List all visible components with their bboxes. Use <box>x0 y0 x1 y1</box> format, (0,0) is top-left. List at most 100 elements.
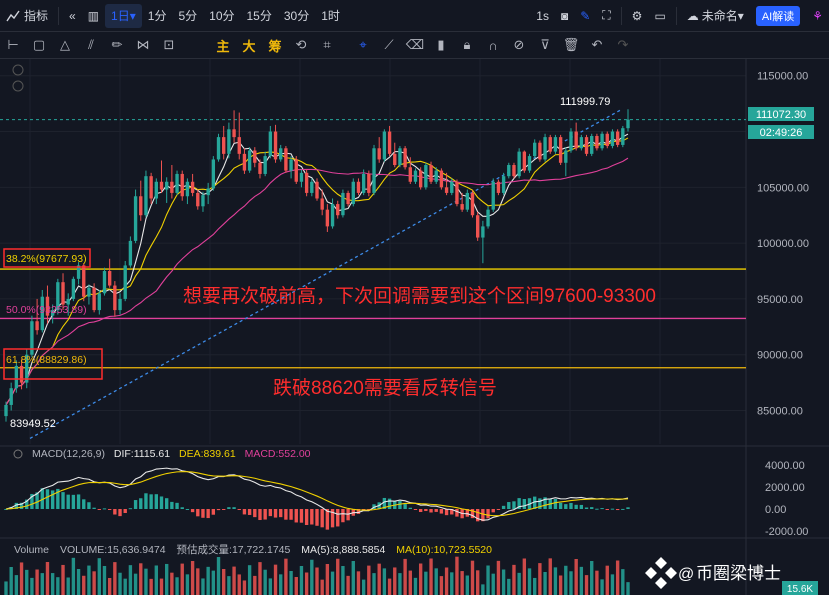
interval-1d[interactable]: 1日 ▾ <box>105 3 142 28</box>
pattern-icon[interactable]: ⋈ <box>130 33 156 57</box>
candle-body <box>434 170 438 182</box>
layout-icon[interactable]: ▭ <box>648 4 671 28</box>
candles-icon[interactable]: ▮ <box>428 33 454 57</box>
candle-body <box>595 136 599 149</box>
candle-body <box>408 167 412 182</box>
volume-bar <box>600 579 604 595</box>
lock-icon[interactable]: 🔒︎ <box>454 33 480 57</box>
gear-icon[interactable]: ⚙ <box>626 4 649 28</box>
brush-icon[interactable]: ✏ <box>104 33 130 57</box>
candle-body <box>237 137 241 154</box>
candle <box>626 109 630 132</box>
volume-bar <box>149 578 153 595</box>
macd-bar <box>558 502 563 509</box>
eraser-icon[interactable]: ⌫ <box>402 33 428 57</box>
candle <box>600 131 604 151</box>
macd-bar <box>154 494 159 509</box>
layout-name[interactable]: ☁ 未命名 ▾ <box>681 4 750 28</box>
volume-bar <box>144 568 148 595</box>
candle-body <box>247 150 252 171</box>
collapse-icon[interactable] <box>13 449 23 459</box>
volume-bar <box>341 566 345 595</box>
candle <box>325 204 330 232</box>
candle-body <box>242 153 247 171</box>
volume-bar <box>574 559 578 595</box>
candle <box>387 125 392 157</box>
share-icon[interactable]: ⚘ <box>806 4 829 28</box>
volume-bar <box>159 578 164 595</box>
main-button[interactable]: 主 <box>210 33 236 57</box>
volume-bar <box>175 577 179 595</box>
volume-bar <box>294 577 298 595</box>
interval-1m[interactable]: 1分 <box>142 4 173 28</box>
macd-bar <box>258 509 262 521</box>
candle-body <box>605 133 609 147</box>
link-icon[interactable]: ⊘ <box>506 33 532 57</box>
candle <box>517 148 521 179</box>
ai-button[interactable]: AI解读 <box>750 4 806 28</box>
parallel-icon[interactable]: ⫽ <box>78 33 104 57</box>
triangle-icon[interactable]: △ <box>52 33 78 57</box>
compare-icon[interactable]: ▥ <box>82 4 105 28</box>
interval-30m[interactable]: 30分 <box>278 4 315 28</box>
candle <box>533 139 537 159</box>
visibility-icon[interactable] <box>12 80 24 92</box>
candle <box>190 173 195 197</box>
macd-bar <box>216 509 221 511</box>
candle-body <box>460 204 464 210</box>
volume-bar <box>92 571 96 595</box>
volume-bar <box>253 575 257 595</box>
big-button[interactable]: 大 <box>236 33 262 57</box>
magnet-icon[interactable]: ∩ <box>480 33 506 57</box>
high-label: 111999.79 <box>560 96 610 108</box>
candle <box>424 162 428 190</box>
candle-body <box>341 192 345 216</box>
interval-5m[interactable]: 5分 <box>172 4 203 28</box>
candle <box>356 178 361 196</box>
candle-body <box>279 148 283 160</box>
candle <box>247 147 252 173</box>
cursor-icon[interactable]: ⌖ <box>350 33 376 57</box>
macd-bar <box>144 493 148 509</box>
undo-icon[interactable]: ↶ <box>584 33 610 57</box>
shape-icon[interactable]: ⊡ <box>156 33 182 57</box>
candle-body <box>491 181 495 210</box>
macd-tick: 4000.00 <box>765 460 805 472</box>
interval-15m[interactable]: 15分 <box>241 4 278 28</box>
candle-body <box>164 181 169 190</box>
interval-1h[interactable]: 1时 <box>315 4 346 28</box>
settings-icon[interactable] <box>12 64 24 76</box>
volume-bar <box>154 565 159 595</box>
volume-bar <box>232 566 236 595</box>
candle <box>367 170 371 197</box>
filter-icon[interactable]: ⊽ <box>532 33 558 57</box>
rectangle-icon[interactable]: ▢ <box>26 33 52 57</box>
interval-10m[interactable]: 10分 <box>203 4 240 28</box>
camera-icon[interactable]: ◙ <box>555 4 574 28</box>
pen-icon[interactable]: ✎ <box>574 4 596 28</box>
candle-body <box>196 192 200 207</box>
horizontal-line-icon[interactable]: ⊢ <box>0 33 26 57</box>
volume-bar <box>222 569 226 595</box>
macd-bar <box>574 504 578 509</box>
candle-body <box>533 142 537 157</box>
replay-speed[interactable]: 1s <box>530 4 555 28</box>
macd-bar <box>279 509 283 518</box>
volume-bar <box>35 569 39 595</box>
trash-icon[interactable]: 🗑︎ <box>558 33 584 57</box>
redo-icon[interactable]: ↷ <box>610 33 636 57</box>
candlestick-chart[interactable]: 115000.00110000.00105000.00100000.009500… <box>0 59 829 595</box>
macd-bar <box>190 509 195 513</box>
refresh-icon[interactable]: ⟲ <box>288 33 314 57</box>
chip-button[interactable]: 筹 <box>262 33 288 57</box>
prev-icon[interactable]: « <box>63 4 82 28</box>
candle-body <box>569 131 573 151</box>
indicator-button[interactable]: 指标 <box>0 4 54 28</box>
macd-bar <box>320 509 324 528</box>
volume-bar <box>605 565 609 595</box>
ruler-icon[interactable]: ⟋ <box>376 33 402 57</box>
tag-icon[interactable]: ⌗ <box>314 33 340 57</box>
fullscreen-icon[interactable]: ⛶ <box>596 4 616 28</box>
candle-body <box>206 188 210 196</box>
candle-body <box>87 287 91 297</box>
